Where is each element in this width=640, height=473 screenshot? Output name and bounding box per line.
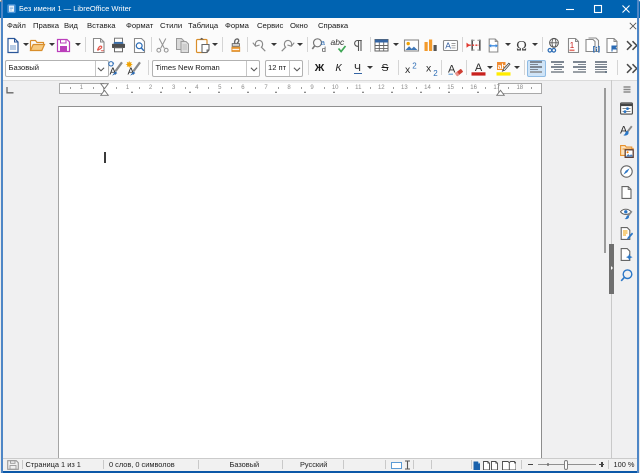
svg-text:2: 2 [412,61,417,70]
svg-text:1: 1 [570,41,575,50]
svg-text:x: x [405,64,411,76]
svg-text:abc: abc [330,37,344,47]
svg-text:Ω: Ω [516,38,527,54]
svg-text:A: A [445,40,451,50]
svg-text:d: d [322,44,326,53]
svg-text:А: А [474,62,482,74]
svg-text:2: 2 [433,69,438,77]
svg-text:x: x [426,62,432,74]
